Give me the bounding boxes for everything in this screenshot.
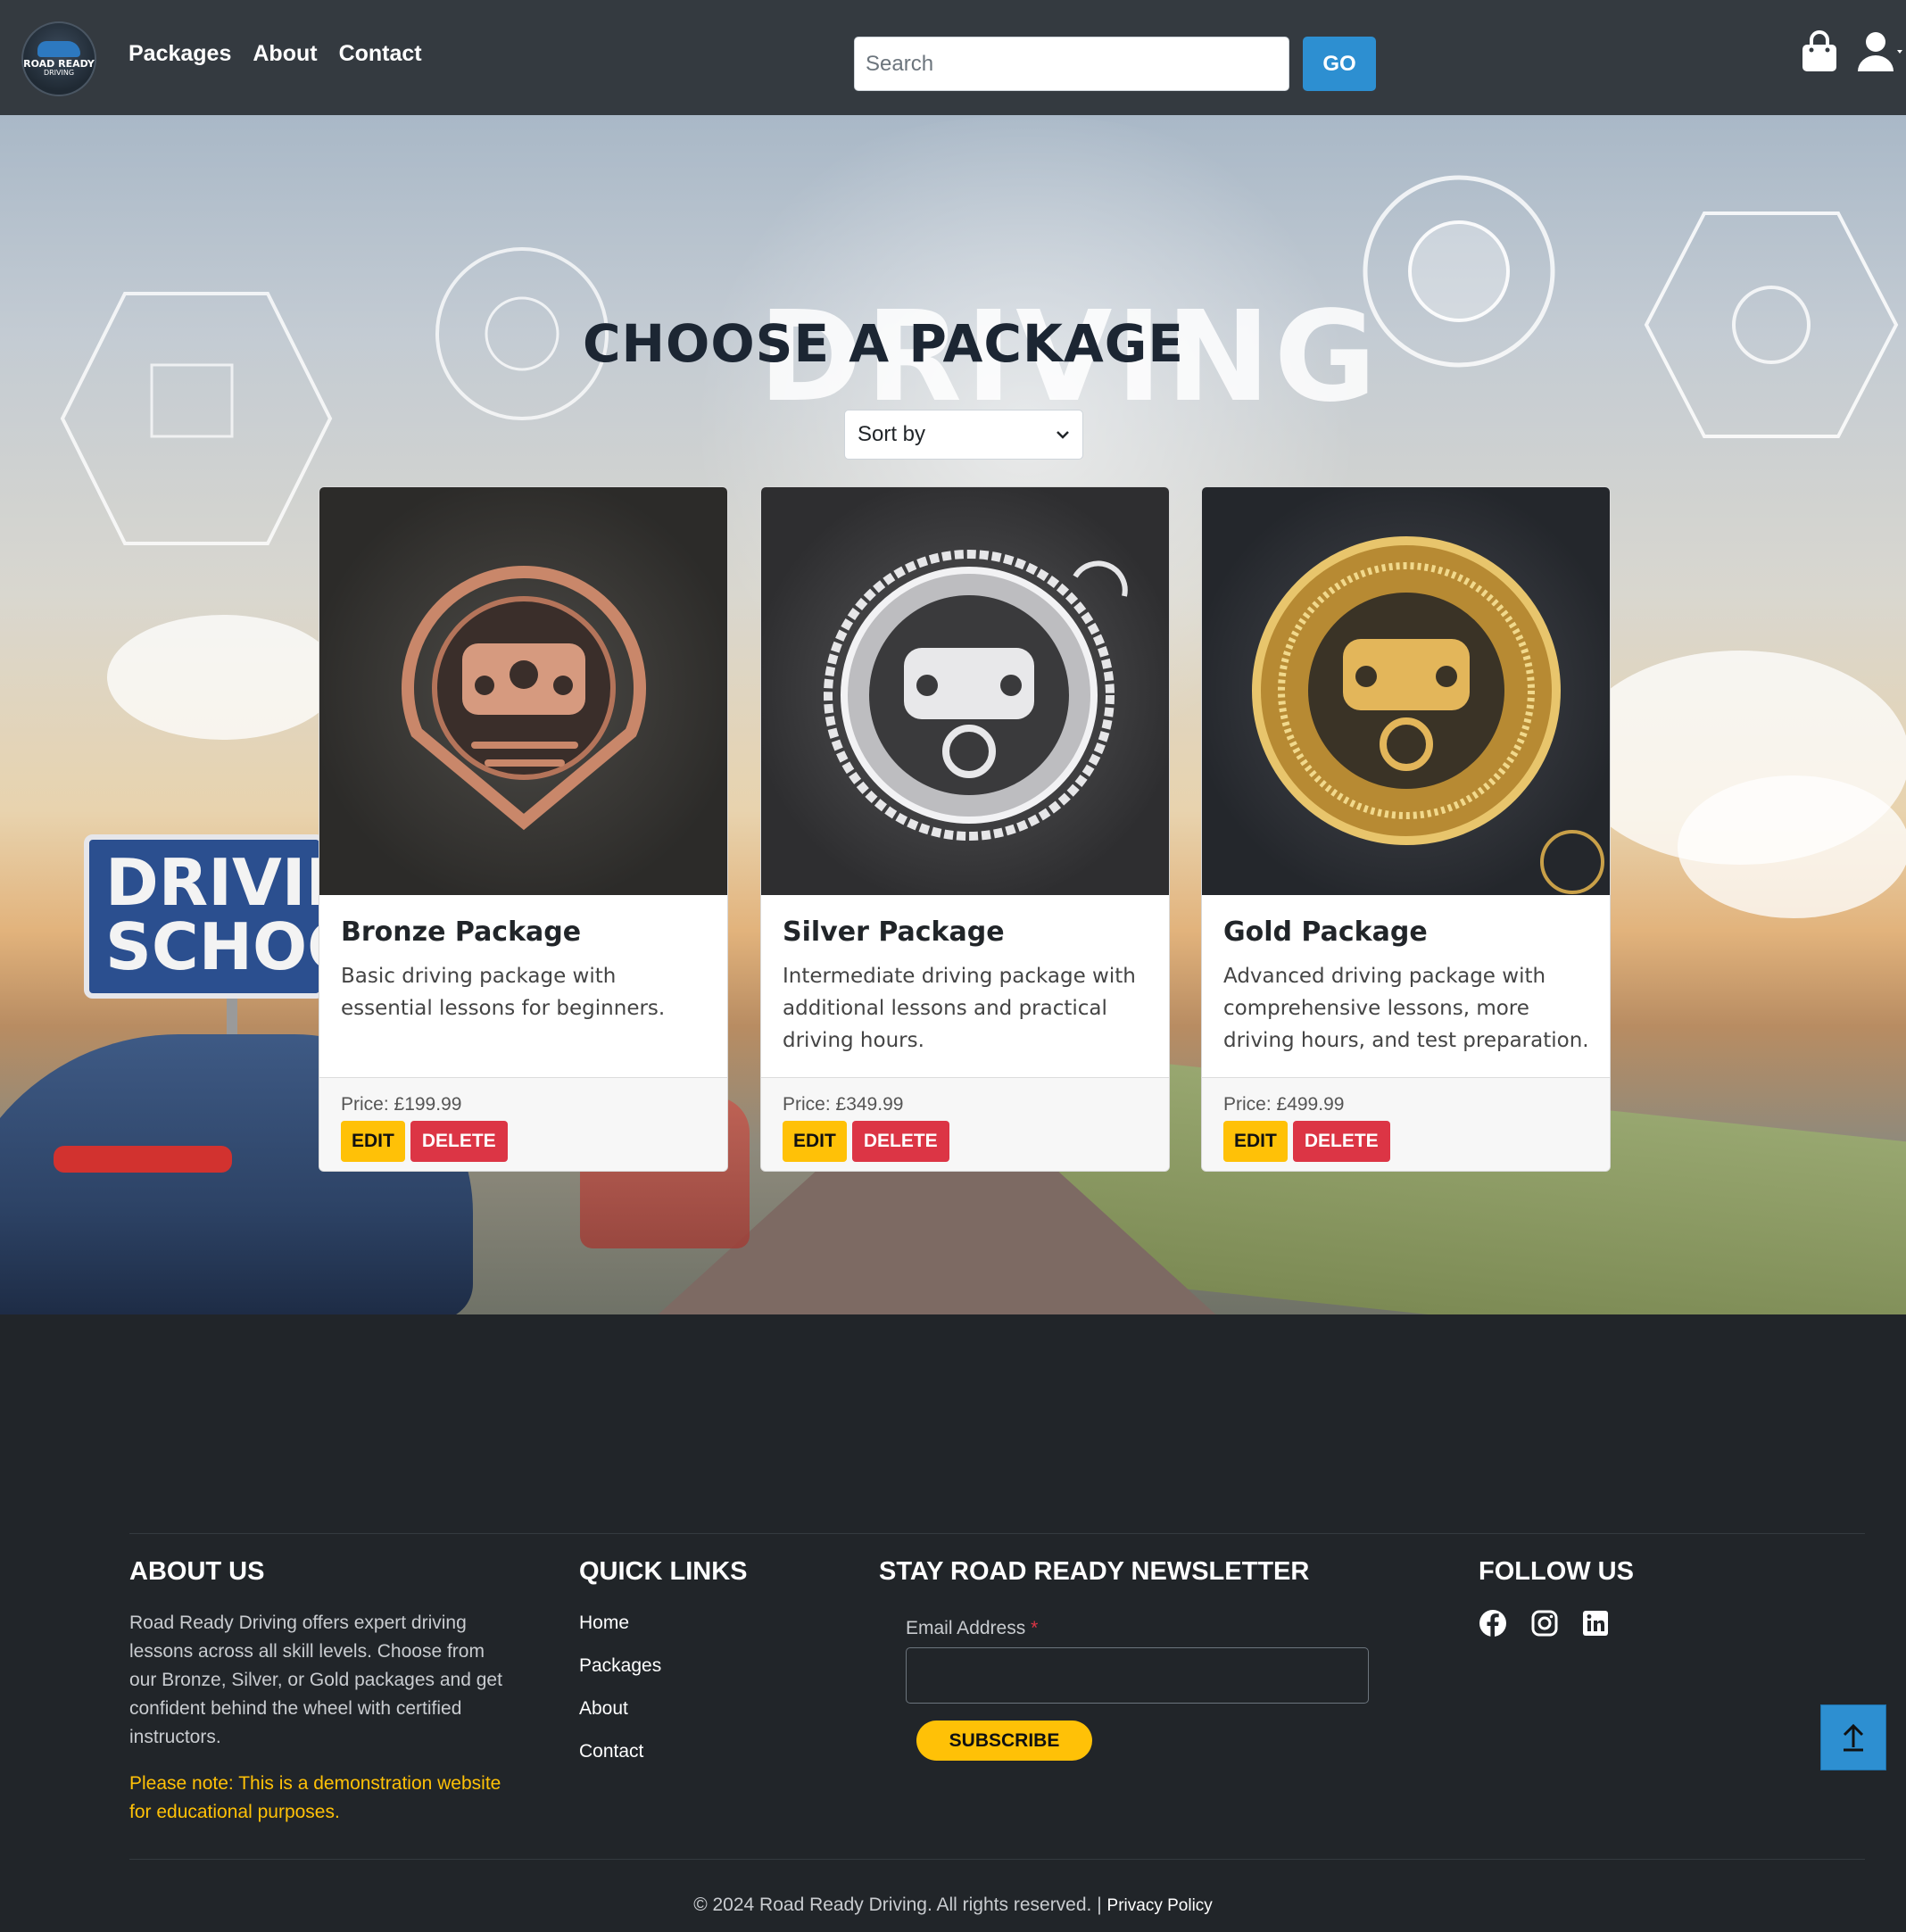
logo-text: ROAD READY (23, 58, 95, 70)
card-body: Silver Package Intermediate driving pack… (761, 895, 1169, 1077)
site-footer: ABOUT US Road Ready Driving offers exper… (0, 1314, 1906, 1932)
shopping-bag-icon[interactable] (1801, 30, 1838, 73)
package-price: Price: £499.99 (1223, 1094, 1345, 1115)
package-name: Gold Package (1223, 916, 1428, 948)
footer-divider (129, 1859, 1865, 1860)
package-name: Bronze Package (341, 916, 582, 948)
package-name: Silver Package (783, 916, 1005, 948)
nav-link-contact[interactable]: Contact (339, 41, 422, 67)
cloud-graphic (1678, 775, 1906, 918)
delete-button[interactable]: DELETE (851, 1121, 949, 1162)
main-nav: Packages About Contact (128, 41, 422, 67)
driving-school-sign-graphic: DRIVIN SCHOO (84, 834, 361, 999)
bronze-badge-icon (402, 565, 646, 831)
email-label: Email Address * (906, 1618, 1038, 1639)
package-card-bronze: Bronze Package Basic driving package wit… (319, 486, 728, 1172)
arrow-up-icon (1843, 1723, 1864, 1752)
about-text: Road Ready Driving offers expert driving… (129, 1613, 502, 1747)
follow-us-heading: FOLLOW US (1479, 1557, 1634, 1586)
package-description: Advanced driving package with comprehens… (1223, 965, 1589, 1052)
copyright-text: © 2024 Road Ready Driving. All rights re… (693, 1895, 1092, 1915)
nav-link-packages[interactable]: Packages (128, 41, 231, 67)
quick-links-list: Home Packages About Contact (579, 1613, 661, 1784)
page-title: CHOOSE A PACKAGE (582, 313, 1185, 374)
delete-button[interactable]: DELETE (410, 1121, 508, 1162)
package-image-silver (761, 487, 1169, 895)
package-description: Basic driving package with essential les… (341, 965, 666, 1020)
card-body: Gold Package Advanced driving package wi… (1202, 895, 1610, 1077)
about-heading: ABOUT US (129, 1557, 265, 1586)
nav-link-about[interactable]: About (253, 41, 317, 67)
silver-badge-icon (824, 550, 1128, 841)
package-image-bronze (319, 487, 727, 895)
site-logo[interactable]: ROAD READY DRIVING (21, 21, 96, 96)
package-image-gold (1202, 487, 1610, 895)
quick-link-home[interactable]: Home (579, 1613, 661, 1655)
logo-car-icon (37, 41, 80, 57)
delete-button[interactable]: DELETE (1292, 1121, 1390, 1162)
gold-badge-icon (1252, 536, 1604, 894)
quick-link-packages[interactable]: Packages (579, 1655, 661, 1698)
search-go-button[interactable]: GO (1303, 37, 1376, 91)
edit-button[interactable]: EDIT (783, 1121, 847, 1162)
edit-button[interactable]: EDIT (1223, 1121, 1288, 1162)
card-footer: Price: £199.99 EDIT DELETE (319, 1077, 727, 1171)
privacy-policy-link[interactable]: Privacy Policy (1107, 1896, 1213, 1915)
car-taillight-graphic (54, 1146, 232, 1173)
edit-button[interactable]: EDIT (341, 1121, 405, 1162)
subscribe-button[interactable]: SUBSCRIBE (916, 1721, 1092, 1761)
quick-links-heading: QUICK LINKS (579, 1557, 748, 1586)
sort-by-select[interactable]: Sort by (844, 410, 1083, 460)
copyright-bar: © 2024 Road Ready Driving. All rights re… (0, 1895, 1906, 1916)
copyright-separator: | (1097, 1895, 1102, 1915)
card-footer: Price: £499.99 EDIT DELETE (1202, 1077, 1610, 1171)
back-to-top-button[interactable] (1820, 1704, 1886, 1770)
instagram-icon[interactable] (1530, 1609, 1559, 1638)
navbar: ROAD READY DRIVING Packages About Contac… (0, 0, 1906, 115)
logo-subtext: DRIVING (43, 69, 75, 77)
quick-link-about[interactable]: About (579, 1698, 661, 1741)
quick-link-contact[interactable]: Contact (579, 1741, 661, 1784)
card-body: Bronze Package Basic driving package wit… (319, 895, 727, 1077)
newsletter-heading: STAY ROAD READY NEWSLETTER (879, 1557, 1310, 1586)
card-actions: EDIT DELETE (341, 1121, 708, 1162)
cloud-graphic (107, 615, 339, 740)
package-price: Price: £199.99 (341, 1094, 462, 1115)
required-mark: * (1031, 1618, 1039, 1638)
user-account-icon[interactable] (1856, 30, 1906, 75)
newsletter-email-field[interactable] (906, 1647, 1369, 1704)
package-card-silver: Silver Package Intermediate driving pack… (760, 486, 1170, 1172)
card-footer: Price: £349.99 EDIT DELETE (761, 1077, 1169, 1171)
package-description: Intermediate driving package with additi… (783, 965, 1136, 1052)
linkedin-icon[interactable] (1581, 1609, 1610, 1638)
card-actions: EDIT DELETE (1223, 1121, 1590, 1162)
sort-by-label: Sort by (858, 422, 926, 446)
package-card-gold: Gold Package Advanced driving package wi… (1201, 486, 1611, 1172)
demo-note: Please note: This is a demonstration web… (129, 1773, 501, 1822)
chevron-down-icon (1057, 431, 1069, 439)
card-actions: EDIT DELETE (783, 1121, 1149, 1162)
email-label-text: Email Address (906, 1618, 1026, 1638)
facebook-icon[interactable] (1479, 1609, 1507, 1638)
hero-section: DRIVING DRIVIN SCHOO CHOOSE A PACKAGE So… (0, 115, 1906, 1314)
package-price: Price: £349.99 (783, 1094, 904, 1115)
search-input[interactable] (854, 37, 1289, 91)
footer-divider (129, 1533, 1865, 1534)
